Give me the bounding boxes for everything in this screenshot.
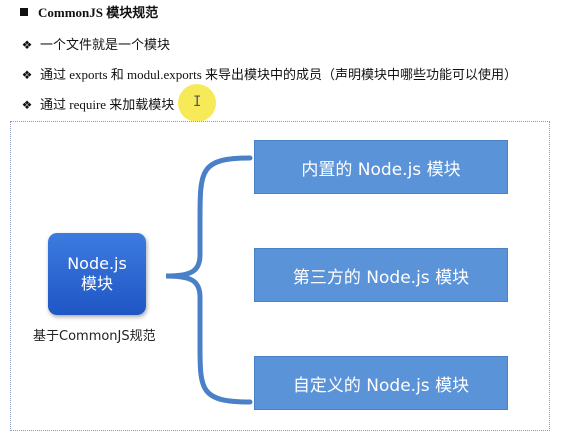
text-cursor-icon: I	[193, 94, 202, 110]
custom-module-box: 自定义的 Node.js 模块	[254, 356, 508, 410]
builtin-module-box: 内置的 Node.js 模块	[254, 140, 508, 194]
bullet-line-2: ❖ 通过 exports 和 modul.exports 来导出模块中的成员（声明…	[20, 66, 517, 84]
nodejs-module-node: Node.js 模块	[48, 233, 146, 315]
diamond-bullet-icon: ❖	[21, 98, 33, 112]
bullet-text: 通过 require 来加载模块	[40, 97, 175, 112]
heading-line: CommonJS 模块规范	[20, 4, 158, 22]
third-party-module-box: 第三方的 Node.js 模块	[254, 248, 508, 302]
diamond-bullet-icon: ❖	[21, 68, 33, 82]
diamond-bullet-icon: ❖	[21, 38, 33, 52]
square-bullet-icon	[20, 8, 28, 16]
bullet-line-1: ❖ 一个文件就是一个模块	[20, 36, 170, 54]
node-subtitle: 模块	[80, 274, 113, 293]
bullet-text: 一个文件就是一个模块	[40, 37, 171, 52]
heading-text: CommonJS 模块规范	[38, 5, 159, 20]
node-caption: 基于CommonJS规范	[33, 329, 156, 344]
node-title: Node.js	[67, 254, 127, 273]
bullet-line-3: ❖ 通过 require 来加载模块	[20, 96, 175, 114]
bullet-text: 通过 exports 和 modul.exports 来导出模块中的成员（声明模…	[40, 67, 518, 82]
curly-brace-icon	[165, 155, 253, 405]
